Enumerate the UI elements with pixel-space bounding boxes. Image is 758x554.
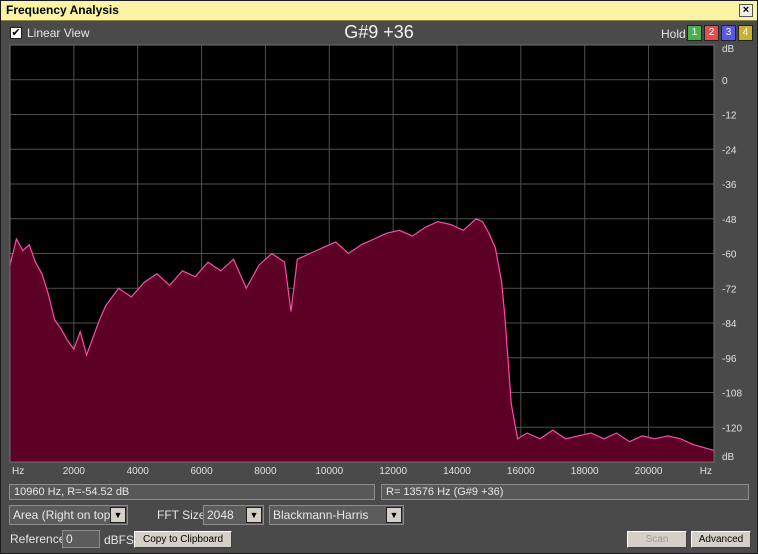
y-tick-label: -72 — [722, 284, 737, 295]
reference-unit: dBFS — [104, 533, 135, 547]
y-unit-label-top: dB — [722, 44, 735, 55]
x-tick-label: 8000 — [254, 466, 277, 477]
y-tick-label: -120 — [722, 423, 742, 434]
y-tick-label: 0 — [722, 76, 728, 87]
frequency-analysis-window: Frequency Analysis × ✔ Linear View G#9 +… — [0, 0, 758, 554]
y-tick-label: -84 — [722, 319, 737, 330]
cursor-readout: 10960 Hz, R=-54.52 dB — [9, 484, 375, 500]
chevron-down-icon[interactable]: ▼ — [246, 507, 262, 523]
display-mode-select[interactable]: Area (Right on top) ▼ — [9, 505, 128, 525]
advanced-button[interactable]: Advanced — [691, 531, 751, 548]
y-tick-label: -24 — [722, 145, 737, 156]
x-unit-label-left: Hz — [12, 466, 24, 477]
x-tick-label: 20000 — [635, 466, 663, 477]
y-tick-label: -108 — [722, 389, 742, 400]
x-tick-label: 10000 — [315, 466, 343, 477]
scan-button[interactable]: Scan — [627, 531, 687, 548]
x-tick-label: 2000 — [63, 466, 86, 477]
x-tick-label: 18000 — [571, 466, 599, 477]
x-tick-label: 6000 — [190, 466, 213, 477]
x-tick-label: 14000 — [443, 466, 471, 477]
y-tick-label: -96 — [722, 354, 737, 365]
chevron-down-icon[interactable]: ▼ — [110, 507, 126, 523]
fft-size-value: 2048 — [207, 508, 234, 522]
x-tick-label: 4000 — [127, 466, 150, 477]
peak-readout: R= 13576 Hz (G#9 +36) — [381, 484, 749, 500]
reference-input[interactable] — [62, 530, 100, 548]
y-tick-label: -60 — [722, 250, 737, 261]
y-tick-label: -48 — [722, 215, 737, 226]
x-tick-label: 12000 — [379, 466, 407, 477]
y-unit-label-bottom: dB — [722, 452, 735, 463]
reference-label: Reference — [10, 532, 66, 546]
x-tick-label: 16000 — [507, 466, 535, 477]
chevron-down-icon[interactable]: ▼ — [386, 507, 402, 523]
window-function-value: Blackmann-Harris — [273, 508, 369, 522]
window-function-select[interactable]: Blackmann-Harris ▼ — [269, 505, 404, 525]
fft-size-label: FFT Size — [157, 508, 206, 522]
fft-size-select[interactable]: 2048 ▼ — [203, 505, 264, 525]
y-tick-label: -36 — [722, 180, 737, 191]
copy-to-clipboard-button[interactable]: Copy to Clipboard — [134, 531, 232, 548]
x-unit-label-right: Hz — [700, 466, 712, 477]
y-tick-label: -12 — [722, 111, 737, 122]
display-mode-value: Area (Right on top) — [13, 508, 115, 522]
spectrum-chart[interactable]: 0 -12 -24 -36 -48 -60 -72 -84 -96 -108 -120 dB dB 200… — [1, 1, 757, 481]
